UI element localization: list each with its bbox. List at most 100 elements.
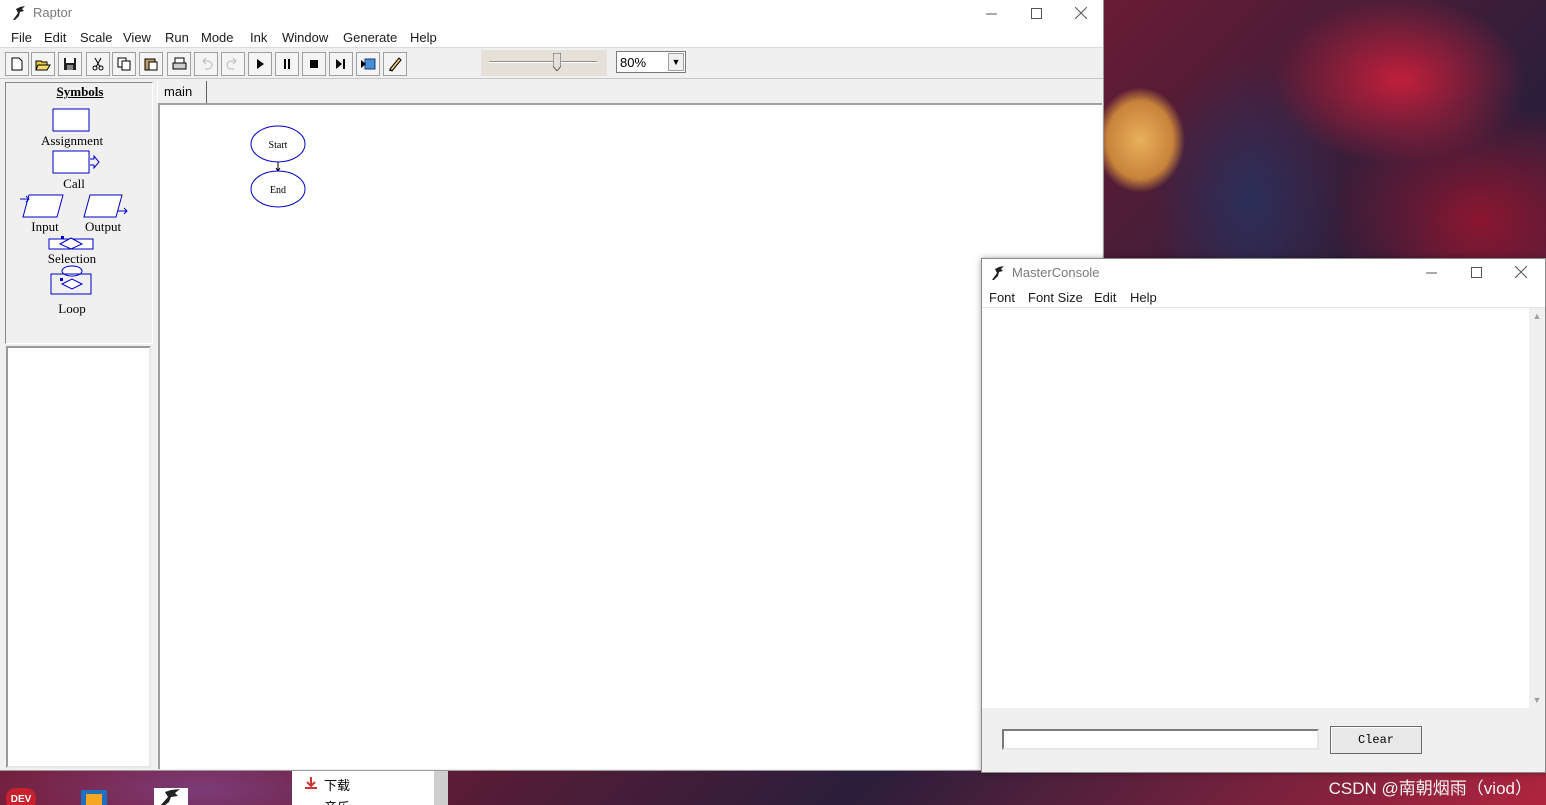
devcpp-icon[interactable]: DEV xyxy=(4,786,38,805)
symbols-panel: Symbols Assignment Call Input Output Sel… xyxy=(5,82,153,344)
explorer-divider xyxy=(434,771,448,805)
selection-symbol-icon[interactable] xyxy=(48,234,96,250)
print-button[interactable] xyxy=(167,52,191,76)
scroll-up-icon[interactable]: ▲ xyxy=(1529,308,1545,324)
console-maximize-button[interactable] xyxy=(1453,259,1499,285)
minimize-button[interactable] xyxy=(968,0,1014,26)
menu-view[interactable]: View xyxy=(123,30,151,45)
pen-button[interactable] xyxy=(383,52,407,76)
assignment-label: Assignment xyxy=(40,133,104,148)
menu-run[interactable]: Run xyxy=(165,30,189,45)
speed-slider[interactable] xyxy=(481,50,607,76)
call-label: Call xyxy=(63,176,85,191)
output-symbol-icon[interactable] xyxy=(82,193,130,219)
save-button[interactable] xyxy=(58,52,82,76)
slider-track xyxy=(489,61,597,63)
watermark: CSDN @南朝烟雨（viod） xyxy=(1328,779,1532,798)
run-button[interactable] xyxy=(248,52,272,76)
console-menu-help[interactable]: Help xyxy=(1130,290,1157,305)
vmware-icon[interactable] xyxy=(78,786,112,805)
start-label: Start xyxy=(269,140,288,151)
explorer-item-downloads[interactable]: 下载 xyxy=(324,775,350,794)
slider-thumb[interactable] xyxy=(553,53,561,71)
console-scrollbar[interactable]: ▲ ▼ xyxy=(1529,308,1545,708)
assignment-symbol-icon[interactable] xyxy=(52,108,92,134)
flowchart-canvas[interactable]: Start End xyxy=(158,103,1102,769)
menu-ink[interactable]: Ink xyxy=(250,30,267,45)
console-menu-edit[interactable]: Edit xyxy=(1094,290,1116,305)
paste-icon xyxy=(144,58,158,71)
input-symbol-icon[interactable] xyxy=(19,193,67,219)
raptor-desktop-icon[interactable] xyxy=(154,788,188,805)
tab-main[interactable]: main xyxy=(157,81,207,103)
scroll-down-icon[interactable]: ▼ xyxy=(1529,692,1545,708)
console-menu-font[interactable]: Font xyxy=(989,290,1015,305)
pen-icon xyxy=(389,57,402,72)
minimize-icon xyxy=(985,13,997,14)
open-icon xyxy=(35,60,51,70)
step-icon xyxy=(336,59,345,69)
console-title: MasterConsole xyxy=(1012,265,1100,280)
console-menubar: Font Font Size Edit Help xyxy=(982,286,1545,308)
menu-edit[interactable]: Edit xyxy=(44,30,66,45)
copy-icon xyxy=(117,57,131,71)
step-button[interactable] xyxy=(329,52,353,76)
chevron-down-icon[interactable]: ▼ xyxy=(668,53,684,71)
close-icon xyxy=(1075,7,1087,19)
test-server-button[interactable] xyxy=(356,52,380,76)
variables-panel xyxy=(6,346,151,768)
file-explorer-fragment: 下载 音乐 xyxy=(292,771,434,805)
menu-generate[interactable]: Generate xyxy=(343,30,397,45)
close-icon xyxy=(1515,266,1527,278)
raptor-window: Raptor File Edit Scale View Run Mode Ink… xyxy=(0,0,1104,771)
menu-window[interactable]: Window xyxy=(282,30,328,45)
tab-strip: main xyxy=(157,81,1103,103)
call-symbol-icon[interactable] xyxy=(52,150,102,176)
loop-symbol-icon[interactable] xyxy=(50,265,94,297)
undo-icon xyxy=(202,58,213,70)
redo-icon xyxy=(226,58,237,70)
explorer-item-music[interactable]: 音乐 xyxy=(324,797,350,805)
paste-button[interactable] xyxy=(139,52,163,76)
master-console-window: MasterConsole Font Font Size Edit Help ▲… xyxy=(981,258,1546,773)
menu-file[interactable]: File xyxy=(11,30,32,45)
console-minimize-button[interactable] xyxy=(1408,259,1454,285)
loop-label: Loop xyxy=(58,301,86,316)
clear-button[interactable]: Clear xyxy=(1330,726,1422,754)
raptor-logo-icon xyxy=(992,266,1004,280)
end-label: End xyxy=(270,185,286,196)
minimize-icon xyxy=(1425,272,1437,273)
maximize-icon xyxy=(1470,266,1482,278)
menu-scale[interactable]: Scale xyxy=(80,30,113,45)
test-server-icon xyxy=(361,58,376,70)
output-label: Output xyxy=(84,219,122,234)
pause-button[interactable] xyxy=(275,52,299,76)
console-titlebar[interactable]: MasterConsole xyxy=(982,259,1545,286)
zoom-select[interactable]: 80% ▼ xyxy=(616,51,686,73)
symbols-heading: Symbols xyxy=(56,84,104,99)
pause-icon xyxy=(284,59,290,69)
maximize-button[interactable] xyxy=(1013,0,1059,26)
menu-mode[interactable]: Mode xyxy=(201,30,234,45)
cut-icon xyxy=(92,57,104,71)
zoom-value: 80% xyxy=(620,55,647,70)
console-menu-font-size[interactable]: Font Size xyxy=(1028,290,1083,305)
close-button[interactable] xyxy=(1058,0,1104,26)
console-output[interactable] xyxy=(982,308,1529,708)
new-button[interactable] xyxy=(5,52,29,76)
stop-button[interactable] xyxy=(302,52,326,76)
stop-icon xyxy=(310,60,318,68)
console-close-button[interactable] xyxy=(1498,259,1544,285)
open-button[interactable] xyxy=(31,52,55,76)
menu-help[interactable]: Help xyxy=(410,30,437,45)
raptor-logo-icon xyxy=(13,6,25,20)
window-title: Raptor xyxy=(33,5,73,20)
raptor-toolbar: 80% ▼ xyxy=(0,49,1103,79)
undo-button[interactable] xyxy=(194,52,218,76)
redo-button[interactable] xyxy=(221,52,245,76)
console-input[interactable] xyxy=(1002,729,1319,750)
copy-button[interactable] xyxy=(112,52,136,76)
print-icon xyxy=(172,57,186,70)
raptor-titlebar[interactable]: Raptor xyxy=(0,0,1103,26)
cut-button[interactable] xyxy=(86,52,110,76)
